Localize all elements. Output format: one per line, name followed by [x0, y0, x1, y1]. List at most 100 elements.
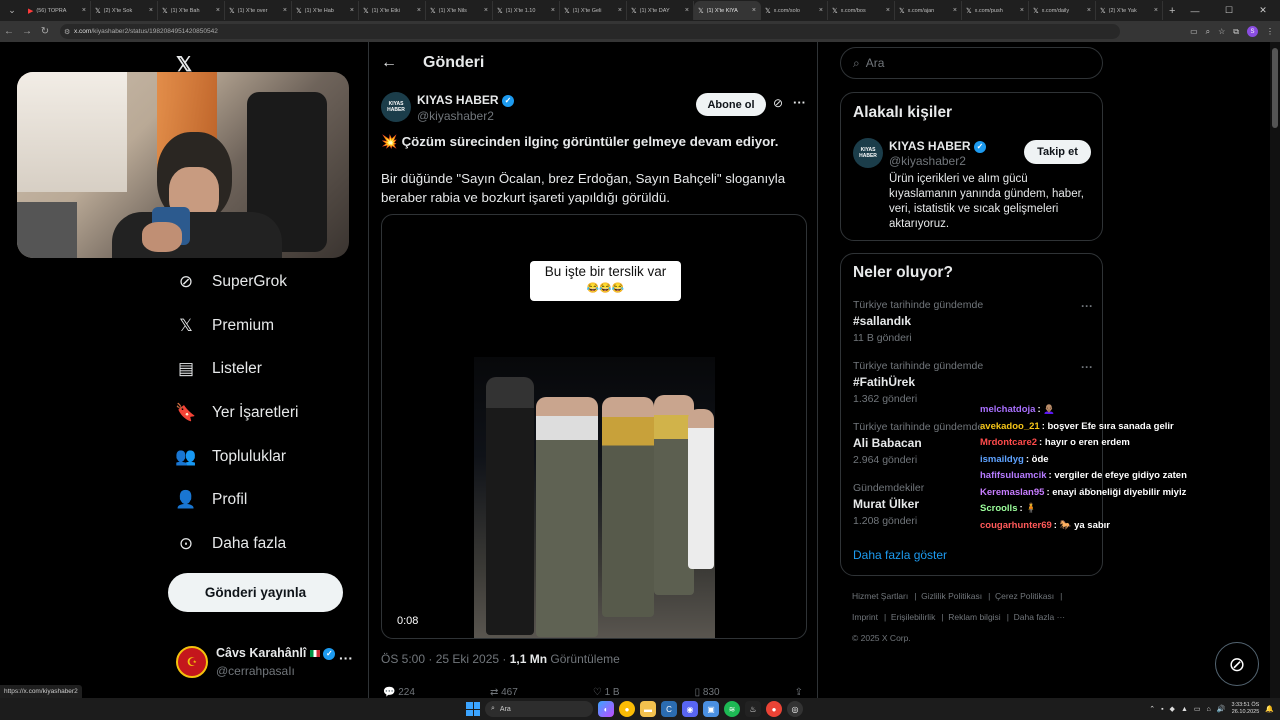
- browser-tab[interactable]: 𝕏x.com/push ×: [962, 1, 1029, 20]
- related-avatar[interactable]: KIYAS HABER: [853, 138, 883, 168]
- tab-close-icon[interactable]: ×: [484, 7, 488, 14]
- notification-icon[interactable]: 🔔: [1265, 705, 1274, 713]
- tab-close-icon[interactable]: ×: [551, 7, 555, 14]
- repost-action[interactable]: ⇄ 467: [490, 687, 518, 698]
- browser-tab[interactable]: 𝕏 (1) X'te DAY ×: [627, 1, 694, 20]
- reload-icon[interactable]: ↻: [36, 26, 54, 37]
- browser-tab[interactable]: 𝕏 (1) X'te Bah ×: [158, 1, 225, 20]
- like-action[interactable]: ♡ 1 B: [593, 687, 620, 698]
- tab-close-icon[interactable]: ×: [1154, 7, 1158, 14]
- show-more-link[interactable]: Daha fazla göster: [853, 548, 947, 562]
- footer-link[interactable]: Hizmet Şartları: [852, 591, 908, 601]
- footer-link[interactable]: Erişilebilirlik: [891, 612, 935, 622]
- footer-link[interactable]: Daha fazla ···: [1014, 612, 1066, 622]
- chat-username[interactable]: cougarhunter69: [980, 520, 1052, 531]
- browser-tab[interactable]: 𝕏 (1) X'te KIYA ×: [694, 1, 761, 20]
- tab-close-icon[interactable]: ×: [752, 7, 756, 14]
- tray-monitor-icon[interactable]: ▭: [1194, 705, 1201, 713]
- ccleaner-icon[interactable]: C: [661, 701, 677, 717]
- trend-item[interactable]: Türkiye tarihinde gündemde #sallandık 11 B…: [853, 299, 1093, 344]
- tray-nvidia-icon[interactable]: ▲: [1181, 706, 1188, 713]
- forward-icon[interactable]: →: [18, 26, 36, 37]
- address-bar[interactable]: ⚙ x.com/kiyashaber2/status/1982084951420…: [60, 24, 1120, 39]
- tab-close-icon[interactable]: ×: [283, 7, 287, 14]
- chat-username[interactable]: melchatdoja: [980, 404, 1035, 415]
- tab-search-icon[interactable]: ⌄: [4, 3, 20, 19]
- browser-tab[interactable]: 𝕏x.com/bos ×: [828, 1, 895, 20]
- file-explorer-icon[interactable]: ▬: [640, 701, 656, 717]
- tab-close-icon[interactable]: ×: [350, 7, 354, 14]
- page-scrollbar[interactable]: [1270, 42, 1280, 698]
- clock[interactable]: 3:33:51 ÖS 26.10.2025: [1231, 702, 1259, 716]
- tab-close-icon[interactable]: ×: [886, 7, 890, 14]
- spotify-icon[interactable]: ≋: [724, 701, 740, 717]
- browser-tab[interactable]: 𝕏x.com/solo ×: [761, 1, 828, 20]
- tweet-more-icon[interactable]: ···: [793, 95, 806, 110]
- tab-close-icon[interactable]: ×: [417, 7, 421, 14]
- trend-more-icon[interactable]: ···: [1081, 299, 1093, 313]
- volume-icon[interactable]: 🔊: [1217, 705, 1226, 713]
- browser-tab[interactable]: 𝕏x.com/daily ×: [1029, 1, 1096, 20]
- follow-button[interactable]: Takip et: [1024, 140, 1091, 164]
- browser-tab[interactable]: 𝕏 (2) X'te Sok ×: [91, 1, 158, 20]
- tweet-author-handle[interactable]: @kiyashaber2: [417, 109, 494, 123]
- search-input[interactable]: ⌕ Ara: [840, 47, 1103, 79]
- close-window-icon[interactable]: ✕: [1246, 5, 1280, 16]
- browser-tab[interactable]: 𝕏 (1) X'te Hab ×: [292, 1, 359, 20]
- tray-overflow-icon[interactable]: ⌃: [1149, 705, 1155, 713]
- chat-username[interactable]: Mrdontcare2: [980, 437, 1037, 448]
- footer-link[interactable]: Çerez Politikası: [995, 591, 1054, 601]
- scrollbar-thumb[interactable]: [1272, 48, 1278, 128]
- browser-tab[interactable]: 𝕏 (1) X'te 1.10 ×: [493, 1, 560, 20]
- chat-username[interactable]: ismaildyg: [980, 454, 1024, 465]
- reply-action[interactable]: 💬 224: [383, 687, 415, 698]
- chrome-icon[interactable]: ●: [619, 701, 635, 717]
- minimize-icon[interactable]: —: [1178, 6, 1212, 16]
- browser-tab[interactable]: 𝕏x.com/ajan ×: [895, 1, 962, 20]
- back-arrow-icon[interactable]: ←: [381, 54, 397, 72]
- tweet-timestamp[interactable]: ÖS 5:00 · 25 Eki 2025 ·: [381, 652, 510, 666]
- sidebar-item-yer-i-şaretleri[interactable]: 🔖 Yer İşaretleri: [175, 403, 298, 423]
- chat-username[interactable]: Keremaslan95: [980, 487, 1044, 498]
- browser-tab[interactable]: 𝕏 (1) X'te Geli ×: [560, 1, 627, 20]
- account-switcher[interactable]: ☪ Câvs Karahânlî ✓ @cerrahpasaIı ···: [176, 642, 356, 682]
- tweet-video[interactable]: Bu işte bir terslik var 😂😂😂 0:08: [381, 214, 807, 639]
- obs-icon[interactable]: ◎: [787, 701, 803, 717]
- tray-app-icon[interactable]: ▪: [1161, 706, 1163, 713]
- footer-link[interactable]: Imprint: [852, 612, 878, 622]
- share-icon[interactable]: ⇪: [795, 687, 803, 698]
- maximize-icon[interactable]: ☐: [1212, 5, 1246, 16]
- tab-close-icon[interactable]: ×: [685, 7, 689, 14]
- tab-close-icon[interactable]: ×: [1020, 7, 1024, 14]
- copilot-icon[interactable]: ◐: [598, 701, 614, 717]
- tab-close-icon[interactable]: ×: [1087, 7, 1091, 14]
- tab-close-icon[interactable]: ×: [819, 7, 823, 14]
- trend-more-icon[interactable]: ···: [1081, 360, 1093, 374]
- steam-icon[interactable]: ♨: [745, 701, 761, 717]
- browser-tab[interactable]: 𝕏 (1) X'te over ×: [225, 1, 292, 20]
- photos-icon[interactable]: ▣: [703, 701, 719, 717]
- tweet-author-name-row[interactable]: KIYAS HABER ✓: [417, 93, 514, 107]
- browser-profile-avatar[interactable]: S: [1247, 26, 1258, 37]
- browser-tab[interactable]: 𝕏 (2) X'te Yak ×: [1096, 1, 1163, 20]
- related-name-row[interactable]: KIYAS HABER ✓: [889, 139, 986, 153]
- sidebar-item-supergrok[interactable]: ⊘ SuperGrok: [176, 272, 287, 292]
- network-icon[interactable]: ⌂: [1207, 706, 1211, 713]
- browser-menu-icon[interactable]: ⋮: [1266, 27, 1274, 36]
- tab-close-icon[interactable]: ×: [216, 7, 220, 14]
- browser-tab[interactable]: 𝕏 (1) X'te Nils ×: [426, 1, 493, 20]
- cast-icon[interactable]: ▭: [1190, 27, 1198, 36]
- tab-close-icon[interactable]: ×: [618, 7, 622, 14]
- browser-tab[interactable]: ▶ (56) TOPRA ×: [24, 1, 91, 20]
- sidebar-item-premium[interactable]: 𝕏 Premium: [176, 316, 274, 336]
- chrome-active-icon[interactable]: ●: [766, 701, 782, 717]
- trend-item[interactable]: Türkiye tarihinde gündemde #FatihÜrek 1.36…: [853, 360, 1093, 405]
- sidebar-item-topluluklar[interactable]: 👥 Topluluklar: [175, 447, 286, 467]
- tab-close-icon[interactable]: ×: [149, 7, 153, 14]
- post-button[interactable]: Gönderi yayınla: [168, 573, 343, 612]
- bookmark-star-icon[interactable]: ☆: [1218, 27, 1225, 36]
- grok-icon[interactable]: ⊘: [773, 96, 783, 110]
- sidebar-item-listeler[interactable]: ▤ Listeler: [176, 359, 262, 379]
- zoom-icon[interactable]: ⌕: [1206, 27, 1210, 37]
- chat-username[interactable]: avekadoo_21: [980, 421, 1040, 432]
